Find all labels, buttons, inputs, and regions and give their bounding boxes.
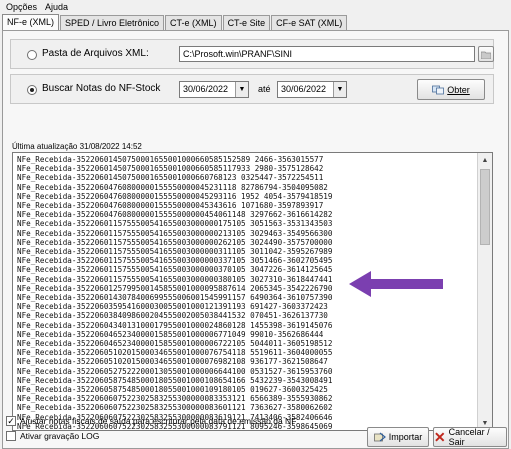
date-to-value: 30/06/2022 xyxy=(281,84,327,94)
log-line[interactable]: NFe_Recebida-352206047608000001555500000… xyxy=(17,183,479,192)
log-label: Ativar gravação LOG xyxy=(20,431,100,441)
cancel-exit-button[interactable]: Cancelar / Sair xyxy=(433,427,507,447)
log-checkbox[interactable] xyxy=(6,431,16,441)
log-line[interactable]: NFe_Recebida-352206046523400001585500100… xyxy=(17,339,479,348)
fetch-label: Buscar Notas do NF-Stock xyxy=(42,83,161,94)
last-update-text: Última atualização 31/08/2022 14:52 xyxy=(12,142,142,151)
chevron-down-icon[interactable]: ▼ xyxy=(235,82,248,97)
date-to-picker[interactable]: 30/06/2022 ▼ xyxy=(277,81,347,98)
log-line[interactable]: NFe_Recebida-352206047608000001555500000… xyxy=(17,210,479,219)
log-line[interactable]: NFe_Recebida-352206060752230258325530000… xyxy=(17,394,479,403)
date-from-picker[interactable]: 30/06/2022 ▼ xyxy=(179,81,249,98)
search-network-icon xyxy=(432,85,445,94)
menu-bar: Opções Ajuda xyxy=(0,0,511,13)
log-line[interactable]: NFe_Recebida-352206058754850001805500100… xyxy=(17,376,479,385)
nfe-panel: Pasta de Arquivos XML: C:\Prosoft.win\PR… xyxy=(2,30,509,449)
log-line[interactable]: NFe_Recebida-352206047608000001555500000… xyxy=(17,192,479,201)
scroll-up-icon[interactable]: ▲ xyxy=(478,153,492,167)
log-line[interactable]: NFe_Recebida-352206035954160003005500100… xyxy=(17,302,479,311)
adjust-dates-checkbox[interactable]: ✓ xyxy=(6,416,16,426)
xml-folder-input[interactable]: C:\Prosoft.win\PRANF\SINI xyxy=(179,46,475,62)
tab-cfe-sat[interactable]: CF-e SAT (XML) xyxy=(271,15,348,30)
fetch-group: Buscar Notas do NF-Stock 30/06/2022 ▼ at… xyxy=(10,74,494,104)
log-line[interactable]: NFe_Recebida-352206011575550054165500300… xyxy=(17,229,479,238)
log-line[interactable]: NFe_Recebida-352206038409860020455500200… xyxy=(17,311,479,320)
xml-folder-radio[interactable] xyxy=(27,50,37,60)
log-line[interactable]: NFe_Recebida-352206011575550054165500300… xyxy=(17,219,479,228)
log-line[interactable]: NFe_Recebida-352206014507500016550010006… xyxy=(17,173,479,182)
log-line[interactable]: NFe_Recebida-352206046523400001585500100… xyxy=(17,330,479,339)
tab-cte-xml[interactable]: CT-e (XML) xyxy=(165,15,222,30)
log-line[interactable]: NFe_Recebida-352206047608000001555500000… xyxy=(17,201,479,210)
menu-options[interactable]: Opções xyxy=(6,2,37,12)
adjust-dates-label: Ajustar notas fiscais de saída para escr… xyxy=(20,416,297,426)
scroll-thumb[interactable] xyxy=(480,169,490,245)
fetch-radio[interactable] xyxy=(27,85,37,95)
chevron-down-icon[interactable]: ▼ xyxy=(333,82,346,97)
log-line[interactable]: NFe_Recebida-352206052752220001305500100… xyxy=(17,367,479,376)
xml-folder-label: Pasta de Arquivos XML: xyxy=(42,48,149,59)
obtain-label: Obter xyxy=(447,84,470,95)
obtain-button[interactable]: Obter xyxy=(417,79,485,100)
log-line[interactable]: NFe_Recebida-352206011575550054165500300… xyxy=(17,238,479,247)
import-label: Importar xyxy=(388,432,423,442)
log-line[interactable]: NFe_Recebida-352206043401310001795500100… xyxy=(17,321,479,330)
import-icon xyxy=(373,432,386,442)
log-line[interactable]: NFe_Recebida-352206011575550054165500300… xyxy=(17,256,479,265)
log-scrollbar[interactable]: ▲ ▼ xyxy=(477,153,492,430)
date-from-value: 30/06/2022 xyxy=(183,84,229,94)
log-line[interactable]: NFe_Recebida-352206051020150003465500100… xyxy=(17,348,479,357)
log-line[interactable]: NFe_Recebida-352206014507500016550010006… xyxy=(17,155,479,164)
log-line[interactable]: NFe_Recebida-352206058754850001805500100… xyxy=(17,385,479,394)
log-line[interactable]: NFe_Recebida-352206014507500016550010006… xyxy=(17,164,479,173)
log-line[interactable]: NFe_Recebida-352206051020150003465500100… xyxy=(17,357,479,366)
tab-nfe-xml[interactable]: NF-e (XML) xyxy=(2,14,59,31)
tab-cte-site[interactable]: CT-e Site xyxy=(222,15,271,30)
date-separator: até xyxy=(258,84,271,94)
import-button[interactable]: Importar xyxy=(367,427,429,447)
log-line[interactable]: NFe_Recebida-352206060752230258325530000… xyxy=(17,403,479,412)
tab-strip: NF-e (XML) SPED / Livro Eletrônico CT-e … xyxy=(2,13,348,31)
cancel-icon xyxy=(435,432,445,442)
tab-sped[interactable]: SPED / Livro Eletrônico xyxy=(60,15,165,30)
folder-browse-icon[interactable] xyxy=(478,46,494,62)
xml-folder-group: Pasta de Arquivos XML: C:\Prosoft.win\PR… xyxy=(10,39,494,69)
log-line[interactable]: NFe_Recebida-352206011575550054165500300… xyxy=(17,247,479,256)
cancel-label: Cancelar / Sair xyxy=(448,427,490,447)
annotation-arrow-icon xyxy=(349,271,443,297)
menu-help[interactable]: Ajuda xyxy=(45,2,68,12)
